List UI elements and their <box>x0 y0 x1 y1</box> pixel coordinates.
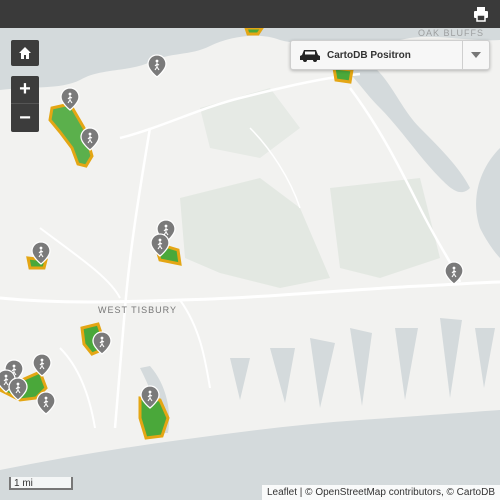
attribution: Leaflet | © OpenStreetMap contributors, … <box>262 485 500 500</box>
hiker-marker-icon[interactable] <box>8 377 28 401</box>
trail-markers <box>0 54 464 415</box>
hiker-marker-icon[interactable] <box>92 331 112 355</box>
zoom-out-button[interactable]: − <box>11 104 39 132</box>
print-button[interactable] <box>472 5 490 23</box>
scale-bar: 1 mi <box>9 477 73 490</box>
hiker-marker-icon[interactable] <box>140 385 160 409</box>
hiker-marker-icon[interactable] <box>80 127 100 151</box>
basemap-selector[interactable]: CartoDB Positron <box>290 40 490 70</box>
hiker-marker-icon[interactable] <box>36 391 56 415</box>
attribution-text: | © OpenStreetMap contributors, © CartoD… <box>297 487 495 498</box>
hiker-marker-icon[interactable] <box>444 261 464 285</box>
basemap-selected-label: CartoDB Positron <box>327 49 411 61</box>
leaflet-link[interactable]: Leaflet <box>267 487 297 498</box>
zoom-in-button[interactable]: + <box>11 76 39 104</box>
print-icon <box>474 7 488 22</box>
home-icon <box>19 47 31 59</box>
map-canvas[interactable]: WEST TISBURY OAK BLUFFS <box>0 28 500 500</box>
hiker-marker-icon[interactable] <box>60 87 80 111</box>
car-icon <box>300 50 320 62</box>
chevron-down-icon[interactable] <box>462 41 489 69</box>
hiker-marker-icon[interactable] <box>32 353 52 377</box>
hiker-marker-icon[interactable] <box>147 54 167 78</box>
hiker-marker-icon[interactable] <box>150 233 170 257</box>
home-button[interactable] <box>11 40 39 66</box>
top-toolbar <box>0 0 500 28</box>
hiker-marker-icon[interactable] <box>31 241 51 265</box>
zoom-control: + − <box>11 76 39 132</box>
